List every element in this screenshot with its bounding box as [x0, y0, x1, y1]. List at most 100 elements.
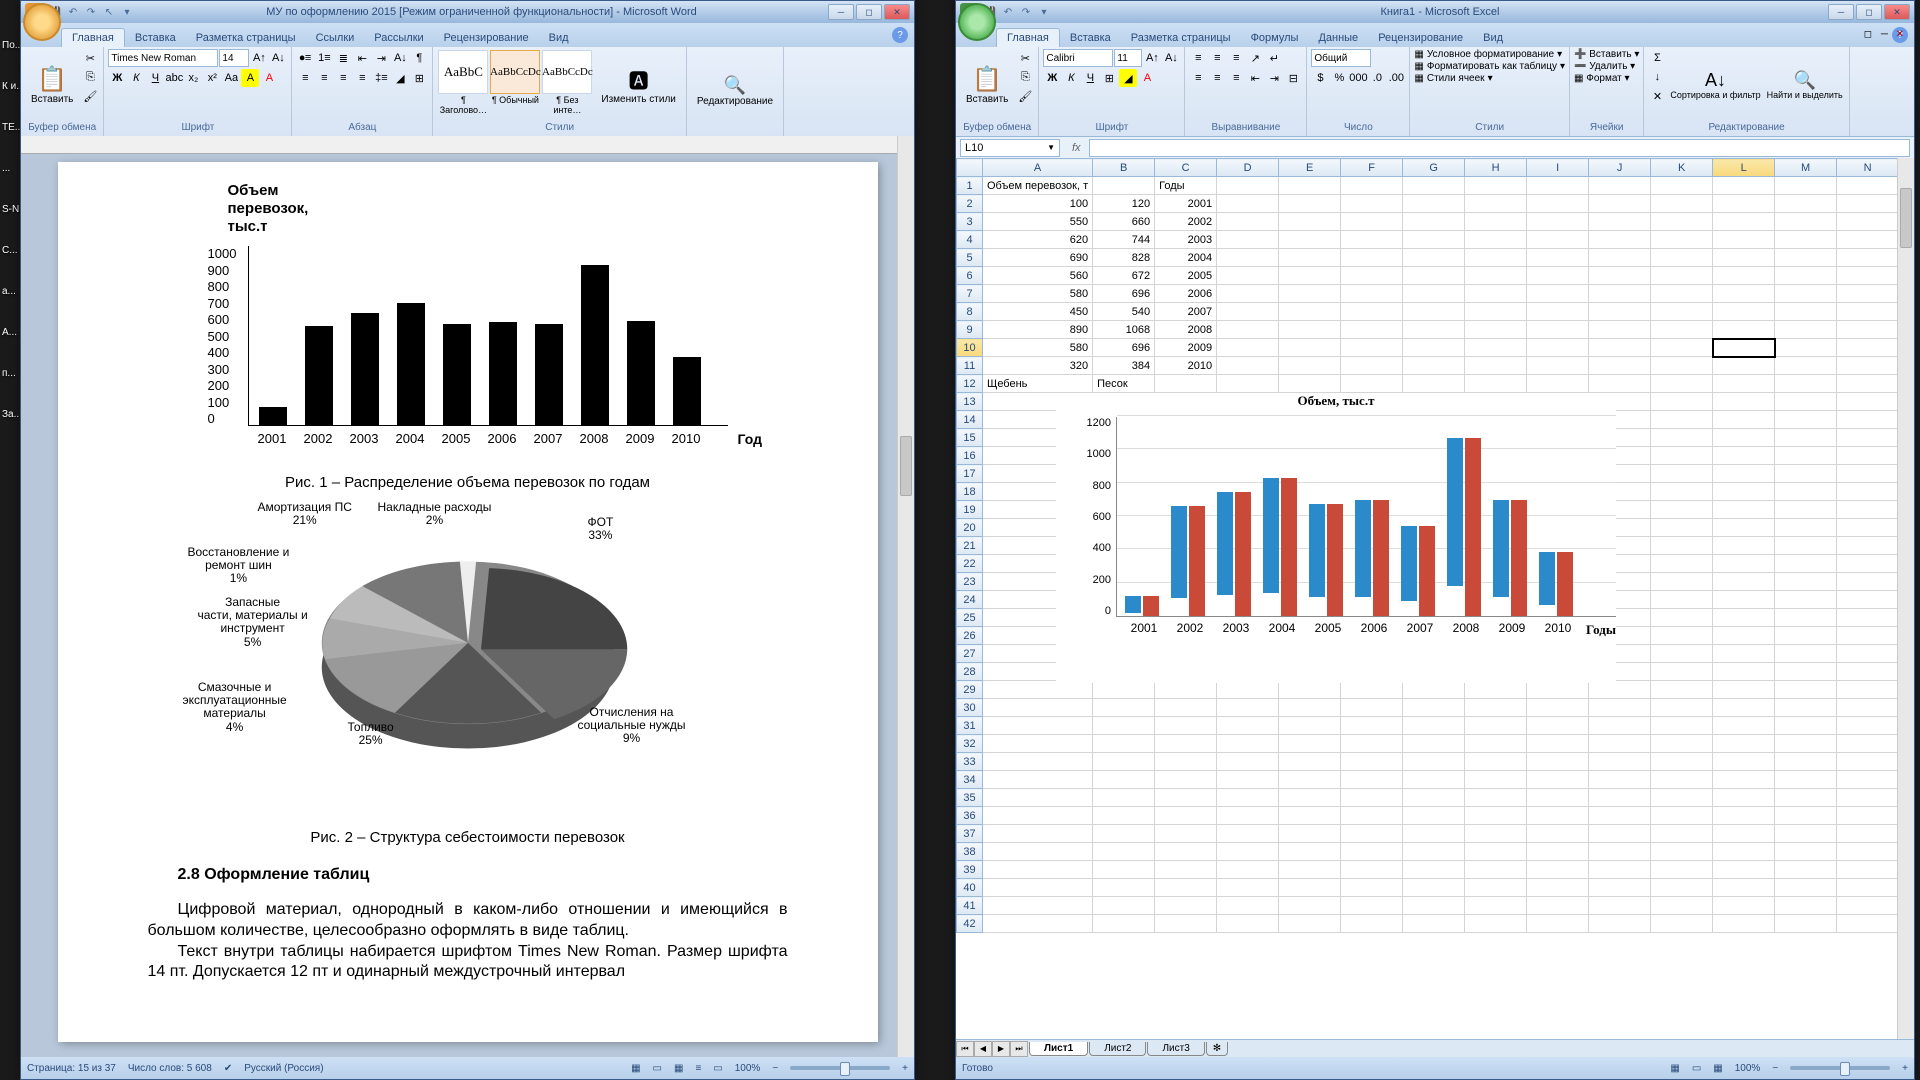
- cell-H35[interactable]: [1465, 789, 1527, 807]
- align-top-icon[interactable]: ≡: [1189, 49, 1207, 67]
- cell-F2[interactable]: [1341, 195, 1403, 213]
- justify-icon[interactable]: ≡: [353, 69, 371, 87]
- shrink-font-icon[interactable]: A↓: [1162, 49, 1180, 67]
- cell-I3[interactable]: [1527, 213, 1589, 231]
- cell-D7[interactable]: [1217, 285, 1279, 303]
- cell-H32[interactable]: [1465, 735, 1527, 753]
- row-header-36[interactable]: 36: [957, 807, 983, 825]
- tab-references[interactable]: Ссылки: [306, 29, 365, 47]
- cell-A9[interactable]: 890: [983, 321, 1093, 339]
- cell-J4[interactable]: [1589, 231, 1651, 249]
- cell-A38[interactable]: [983, 843, 1093, 861]
- cell-M16[interactable]: [1775, 447, 1837, 465]
- cell-L24[interactable]: [1713, 591, 1775, 609]
- view-page-break-icon[interactable]: ▦: [1713, 1063, 1722, 1074]
- row-header-35[interactable]: 35: [957, 789, 983, 807]
- cell-K6[interactable]: [1651, 267, 1713, 285]
- col-header-K[interactable]: K: [1651, 159, 1713, 177]
- cell-A31[interactable]: [983, 717, 1093, 735]
- cell-K29[interactable]: [1651, 681, 1713, 699]
- sort-icon[interactable]: A↓: [391, 49, 409, 67]
- cell-N33[interactable]: [1837, 753, 1899, 771]
- cell-A40[interactable]: [983, 879, 1093, 897]
- cell-M31[interactable]: [1775, 717, 1837, 735]
- indent-icon[interactable]: ⇥: [372, 49, 390, 67]
- cell-B35[interactable]: [1093, 789, 1155, 807]
- cell-M33[interactable]: [1775, 753, 1837, 771]
- autosum-icon[interactable]: Σ: [1648, 49, 1666, 67]
- cell-B33[interactable]: [1093, 753, 1155, 771]
- cell-J36[interactable]: [1589, 807, 1651, 825]
- cell-E40[interactable]: [1279, 879, 1341, 897]
- cell-F12[interactable]: [1341, 375, 1403, 393]
- align-left-icon[interactable]: ≡: [1189, 69, 1207, 87]
- col-header-A[interactable]: A: [983, 159, 1093, 177]
- tab-home[interactable]: Главная: [996, 28, 1060, 47]
- strike-icon[interactable]: abc: [165, 69, 183, 87]
- cell-I41[interactable]: [1527, 897, 1589, 915]
- view-outline-icon[interactable]: ≡: [695, 1063, 701, 1074]
- cell-I39[interactable]: [1527, 861, 1589, 879]
- cell-F39[interactable]: [1341, 861, 1403, 879]
- cell-M42[interactable]: [1775, 915, 1837, 933]
- view-print-icon[interactable]: ▦: [631, 1063, 640, 1074]
- cell-B3[interactable]: 660: [1093, 213, 1155, 231]
- cell-E4[interactable]: [1279, 231, 1341, 249]
- cell-H37[interactable]: [1465, 825, 1527, 843]
- row-header-1[interactable]: 1: [957, 177, 983, 195]
- cell-G7[interactable]: [1403, 285, 1465, 303]
- format-as-table-button[interactable]: ▦Форматировать как таблицу ▾: [1414, 61, 1565, 72]
- cell-D33[interactable]: [1217, 753, 1279, 771]
- cell-D35[interactable]: [1217, 789, 1279, 807]
- grow-font-icon[interactable]: A↑: [250, 49, 268, 67]
- cell-K31[interactable]: [1651, 717, 1713, 735]
- cell-C31[interactable]: [1155, 717, 1217, 735]
- cell-M40[interactable]: [1775, 879, 1837, 897]
- cell-H10[interactable]: [1465, 339, 1527, 357]
- cell-I10[interactable]: [1527, 339, 1589, 357]
- cell-K2[interactable]: [1651, 195, 1713, 213]
- cell-D40[interactable]: [1217, 879, 1279, 897]
- shrink-font-icon[interactable]: A↓: [269, 49, 287, 67]
- font-size-select[interactable]: [1114, 49, 1142, 67]
- cell-L1[interactable]: [1713, 177, 1775, 195]
- conditional-format-button[interactable]: ▦Условное форматирование ▾: [1414, 49, 1565, 60]
- cell-B7[interactable]: 696: [1093, 285, 1155, 303]
- cell-F41[interactable]: [1341, 897, 1403, 915]
- cell-I12[interactable]: [1527, 375, 1589, 393]
- cell-E39[interactable]: [1279, 861, 1341, 879]
- font-color-icon[interactable]: A: [1138, 69, 1156, 87]
- cell-N15[interactable]: [1837, 429, 1899, 447]
- cell-D8[interactable]: [1217, 303, 1279, 321]
- cell-E33[interactable]: [1279, 753, 1341, 771]
- next-sheet-icon[interactable]: ▶: [992, 1041, 1010, 1057]
- cell-M30[interactable]: [1775, 699, 1837, 717]
- cell-D31[interactable]: [1217, 717, 1279, 735]
- cell-I38[interactable]: [1527, 843, 1589, 861]
- wrap-text-icon[interactable]: ↵: [1265, 49, 1283, 67]
- row-header-37[interactable]: 37: [957, 825, 983, 843]
- cell-I9[interactable]: [1527, 321, 1589, 339]
- cell-D39[interactable]: [1217, 861, 1279, 879]
- cell-L12[interactable]: [1713, 375, 1775, 393]
- sheet-tab-2[interactable]: Лист2: [1089, 1042, 1146, 1056]
- maximize-button[interactable]: ◻: [1856, 4, 1882, 20]
- cell-B11[interactable]: 384: [1093, 357, 1155, 375]
- cell-L9[interactable]: [1713, 321, 1775, 339]
- cell-K27[interactable]: [1651, 645, 1713, 663]
- cell-N9[interactable]: [1837, 321, 1899, 339]
- cell-A29[interactable]: [983, 681, 1093, 699]
- number-format-select[interactable]: [1311, 49, 1371, 67]
- cell-B40[interactable]: [1093, 879, 1155, 897]
- cell-J5[interactable]: [1589, 249, 1651, 267]
- zoom-out-icon[interactable]: −: [1772, 1063, 1778, 1074]
- cell-B4[interactable]: 744: [1093, 231, 1155, 249]
- cell-J8[interactable]: [1589, 303, 1651, 321]
- cell-F9[interactable]: [1341, 321, 1403, 339]
- cell-H40[interactable]: [1465, 879, 1527, 897]
- find-select-button[interactable]: 🔍 Найти и выделить: [1765, 49, 1845, 121]
- cell-N12[interactable]: [1837, 375, 1899, 393]
- row-header-38[interactable]: 38: [957, 843, 983, 861]
- grow-font-icon[interactable]: A↑: [1143, 49, 1161, 67]
- cell-M21[interactable]: [1775, 537, 1837, 555]
